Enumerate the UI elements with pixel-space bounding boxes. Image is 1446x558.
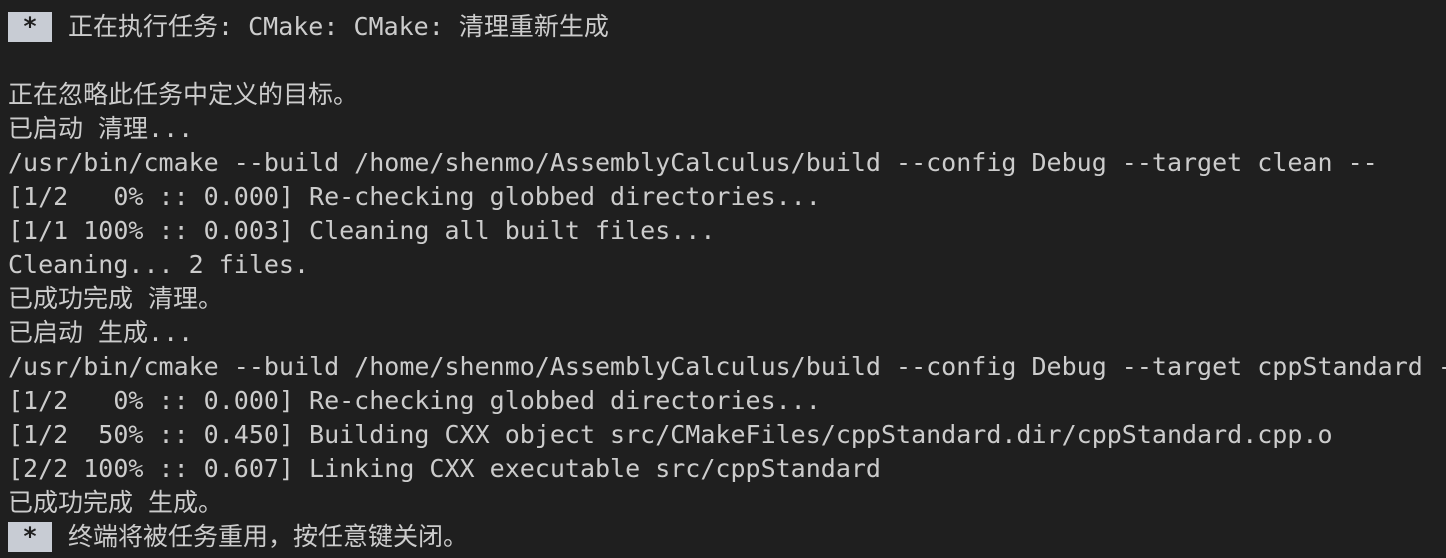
- output-line: [1/1 100% :: 0.003] Cleaning all built f…: [8, 216, 716, 245]
- output-line: 正在忽略此任务中定义的目标。: [8, 80, 359, 109]
- task-footer-text: 终端将被任务重用，按任意键关闭。: [68, 522, 469, 551]
- terminal-panel[interactable]: * 正在执行任务: CMake: CMake: 清理重新生成 正在忽略此任务中定…: [0, 0, 1446, 558]
- task-header-text: 正在执行任务: CMake: CMake: 清理重新生成: [68, 12, 609, 41]
- task-footer-line: * 终端将被任务重用，按任意键关闭。: [0, 520, 1446, 554]
- output-line: [1/2 0% :: 0.000] Re-checking globbed di…: [8, 182, 821, 211]
- output-line: [1/2 50% :: 0.450] Building CXX object s…: [8, 420, 1333, 449]
- task-header-line: * 正在执行任务: CMake: CMake: 清理重新生成: [0, 10, 1446, 44]
- output-line: Cleaning... 2 files.: [8, 250, 310, 279]
- output-line: [2/2 100% :: 0.607] Linking CXX executab…: [8, 454, 881, 483]
- output-line: 已启动 清理...: [8, 114, 194, 143]
- output-line: /usr/bin/cmake --build /home/shenmo/Asse…: [8, 148, 1378, 177]
- footer-marker-icon: *: [7, 522, 53, 552]
- task-marker-icon: *: [7, 12, 53, 42]
- output-line: /usr/bin/cmake --build /home/shenmo/Asse…: [8, 352, 1446, 381]
- output-line: 已成功完成 生成。: [8, 488, 224, 517]
- output-line: 已成功完成 清理。: [8, 284, 224, 313]
- output-line: [1/2 0% :: 0.000] Re-checking globbed di…: [8, 386, 821, 415]
- output-line: 已启动 生成...: [8, 318, 194, 347]
